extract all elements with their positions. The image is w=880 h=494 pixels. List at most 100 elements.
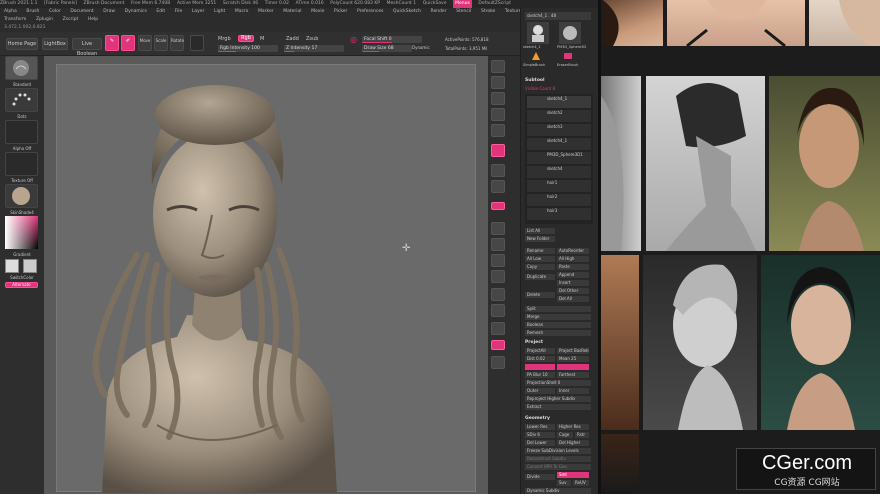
convert-bpr-button[interactable]: Convert BPR To Geo <box>525 464 591 470</box>
menu-preferences[interactable]: Preferences <box>357 8 383 16</box>
menu-quicksketch[interactable]: QuickSketch <box>393 8 421 16</box>
reference-photo[interactable] <box>603 0 663 46</box>
persp-icon[interactable] <box>491 144 505 157</box>
project-all-button[interactable]: ProjectAll <box>525 348 555 354</box>
all-low-button[interactable]: All Low <box>525 256 555 262</box>
mrgb-label[interactable]: Mrgb <box>218 36 231 42</box>
subtool-item[interactable]: sketch4_1 <box>527 138 591 150</box>
draw-size-slider[interactable]: Draw Size 68 <box>362 45 412 52</box>
all-high-button[interactable]: All High <box>557 256 589 262</box>
quicksave-button[interactable]: QuickSave <box>423 0 447 8</box>
reference-photo[interactable] <box>646 76 765 251</box>
reference-photo[interactable] <box>601 76 641 251</box>
freeze-subdiv-button[interactable]: Freeze SubDivision Levels <box>525 448 591 454</box>
color-picker[interactable] <box>5 216 38 249</box>
tool-name-field[interactable]: sketch4_1 . 48 <box>525 12 591 20</box>
menu-picker[interactable]: Picker <box>334 8 347 16</box>
menu-file[interactable]: File <box>175 8 183 16</box>
inner-button[interactable]: Inner <box>557 388 589 394</box>
rstr-button[interactable]: Rstr <box>575 432 589 438</box>
menu-alpha[interactable]: Alpha <box>4 8 17 16</box>
menu-document[interactable]: Document <box>70 8 93 16</box>
subtool-item[interactable]: sketch4_1 <box>527 96 591 108</box>
z-intensity-slider[interactable]: Z Intensity 17 <box>284 45 344 52</box>
suv-toggle[interactable]: Suv <box>557 480 571 486</box>
merge-button[interactable]: Merge <box>525 314 591 320</box>
reproject-button[interactable]: Reproject Higher Subdiv <box>525 396 591 402</box>
subtool-item[interactable]: hair3 <box>527 208 591 220</box>
floor-icon[interactable] <box>491 164 505 177</box>
solo-icon[interactable] <box>491 340 505 350</box>
menu-light[interactable]: Light <box>214 8 225 16</box>
transp-icon[interactable] <box>491 322 505 335</box>
outer-button[interactable]: Outer <box>525 388 555 394</box>
menu-brush[interactable]: Brush <box>26 8 39 16</box>
menu-color[interactable]: Color <box>49 8 61 16</box>
alpha-thumbnail[interactable] <box>5 120 38 144</box>
reference-photo[interactable] <box>809 0 880 46</box>
viewport-canvas[interactable]: ✛ <box>56 64 476 493</box>
menu-texture[interactable]: Texture <box>505 8 521 16</box>
rotate-view-icon[interactable] <box>491 270 505 283</box>
m-label[interactable]: M <box>260 36 264 42</box>
scale-button[interactable]: Scale <box>154 35 168 51</box>
zoom-icon[interactable] <box>491 92 505 105</box>
paste-button[interactable]: Paste <box>557 264 589 270</box>
project-basrelief-button[interactable]: Project BasRelief <box>557 348 589 354</box>
home-page-button[interactable]: Home Page <box>6 38 38 50</box>
scroll-icon[interactable] <box>491 76 505 89</box>
dynamic-subdiv-header[interactable]: Dynamic Subdiv <box>525 488 591 494</box>
dist-slider[interactable]: Dist 0.02 <box>525 356 555 362</box>
xyz-icon[interactable] <box>491 202 505 210</box>
alternate-button[interactable]: Alternate <box>5 282 38 288</box>
reference-photo[interactable] <box>643 255 757 430</box>
menu-macro[interactable]: Macro <box>235 8 249 16</box>
menu-marker[interactable]: Marker <box>258 8 274 16</box>
actual-icon[interactable] <box>491 108 505 121</box>
split-button[interactable]: Split <box>525 306 591 312</box>
subtool-header[interactable]: Subtool <box>525 78 545 83</box>
eraserbrush-icon[interactable] <box>561 50 575 62</box>
brush-thumbnail[interactable] <box>5 56 38 80</box>
default-zscript-button[interactable]: DefaultZScript <box>478 0 511 8</box>
menu-help[interactable]: Help <box>88 16 98 24</box>
higher-res-button[interactable]: Higher Res <box>557 424 589 430</box>
subtool-item[interactable]: sketch2 <box>527 110 591 122</box>
linefill-icon[interactable] <box>491 288 505 301</box>
copy-button[interactable]: Copy <box>525 264 555 270</box>
xpose-icon[interactable] <box>491 356 505 369</box>
color-swatch-icon[interactable] <box>190 35 204 51</box>
pa-blur-slider[interactable] <box>525 364 555 370</box>
menu-movie[interactable]: Movie <box>311 8 324 16</box>
reference-photo[interactable] <box>601 255 639 430</box>
cage-button[interactable]: Cage <box>557 432 573 438</box>
append-button[interactable]: Append <box>557 272 589 278</box>
autoreorder-button[interactable]: AutoReorder <box>557 248 589 254</box>
rotate-button[interactable]: Rotate <box>170 35 184 51</box>
switch-color-button[interactable]: SwitchColor <box>0 275 44 280</box>
draw-button[interactable]: ✐ <box>121 35 135 51</box>
sdiv-slider[interactable]: SDiv 6 <box>525 432 555 438</box>
farthest-toggle-bar[interactable] <box>557 364 589 370</box>
move-view-icon[interactable] <box>491 238 505 251</box>
lightbox-button[interactable]: LightBox <box>42 38 68 50</box>
insert-button[interactable]: Insert <box>557 280 589 286</box>
boolean-button[interactable]: Boolean <box>525 322 591 328</box>
menu-edit[interactable]: Edit <box>156 8 165 16</box>
delete-button[interactable]: Delete <box>525 292 555 298</box>
polyf-icon[interactable] <box>491 304 505 317</box>
focal-shift-slider[interactable]: Focal Shift 0 <box>362 36 422 43</box>
menu-stencil[interactable]: Stencil <box>456 8 471 16</box>
farthest-button[interactable]: Farthest <box>557 372 589 378</box>
menu-layer[interactable]: Layer <box>192 8 205 16</box>
menu-draw[interactable]: Draw <box>103 8 115 16</box>
zoom3d-icon[interactable] <box>491 254 505 267</box>
menu-material[interactable]: Material <box>283 8 301 16</box>
menu-stroke[interactable]: Stroke <box>481 8 495 16</box>
visible-count[interactable]: Visible Count 8 <box>525 86 555 91</box>
menu-zplugin[interactable]: Zplugin <box>36 16 53 24</box>
del-other-button[interactable]: Del Other <box>557 288 589 294</box>
remesh-button[interactable]: Remesh <box>525 330 591 336</box>
subtool-item[interactable]: hair2 <box>527 194 591 206</box>
geometry-header[interactable]: Geometry <box>525 416 550 421</box>
